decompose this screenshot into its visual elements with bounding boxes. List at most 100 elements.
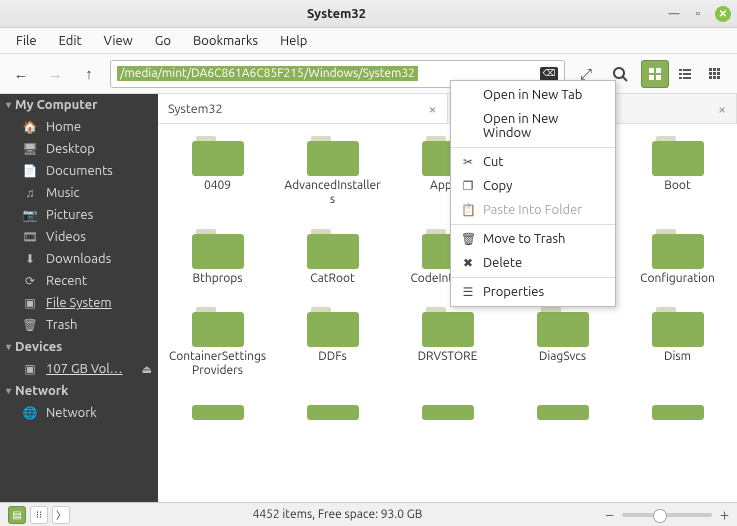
folder-item[interactable] <box>277 396 388 427</box>
icon-view[interactable]: 0409AdvancedInstallersAppLoBoot Bthprops… <box>158 124 737 502</box>
sidebar-item-label: Downloads <box>46 252 111 266</box>
context-delete[interactable]: ✖Delete <box>451 251 615 275</box>
tab-close-icon[interactable]: × <box>429 101 437 117</box>
folder-item[interactable]: Configuration <box>622 225 733 290</box>
folder-item[interactable]: CatRoot <box>277 225 388 290</box>
compact-view-button[interactable] <box>701 60 729 88</box>
tab-system32[interactable]: System32 × <box>158 94 448 123</box>
folder-icon <box>652 307 704 347</box>
forward-button[interactable]: → <box>42 61 68 87</box>
context-item-icon: 🗑 <box>461 232 475 246</box>
folder-item[interactable] <box>622 396 733 427</box>
context-item-label: Delete <box>483 256 522 270</box>
folder-item[interactable] <box>162 396 273 427</box>
folder-item[interactable] <box>507 396 618 427</box>
folder-item[interactable]: Dism <box>622 303 733 382</box>
sidebar-item-file-system[interactable]: ▣File System <box>0 292 158 314</box>
folder-icon <box>652 229 704 269</box>
context-move-to-trash[interactable]: 🗑Move to Trash <box>451 227 615 251</box>
folder-item[interactable]: DRVSTORE <box>392 303 503 382</box>
sidebar-item-desktop[interactable]: 🖥Desktop <box>0 138 158 160</box>
context-item-label: Cut <box>483 155 503 169</box>
sidebar-item-label: Home <box>46 120 81 134</box>
sidebar-item-label: Pictures <box>46 208 93 222</box>
context-menu: Open in New Tab Open in New Window ✂ Cut ❐Co… <box>450 80 616 307</box>
context-item-label: Paste Into Folder <box>483 203 582 217</box>
folder-label: AdvancedInstallers <box>283 179 383 207</box>
context-open-in-new-window[interactable]: Open in New Window <box>451 107 615 145</box>
sidebar-item-home[interactable]: 🏠Home <box>0 116 158 138</box>
zoom-in-button[interactable]: + <box>720 506 729 524</box>
sidebar-item-label: 107 GB Vol… <box>46 362 123 376</box>
sidebar-section-my-computer[interactable]: My Computer <box>0 94 158 116</box>
sidebar-section-devices[interactable]: Devices <box>0 336 158 358</box>
context-item-icon: ❐ <box>461 179 475 193</box>
sidebar-item-music[interactable]: ♫Music <box>0 182 158 204</box>
sidebar-item-label: Network <box>46 406 97 420</box>
menubar: FileEditViewGoBookmarksHelp <box>0 28 737 54</box>
folder-item[interactable]: DDFs <box>277 303 388 382</box>
context-open-in-new-tab[interactable]: Open in New Tab <box>451 83 615 107</box>
zoom-slider[interactable] <box>622 513 712 517</box>
folder-icon <box>537 400 589 420</box>
context-properties[interactable]: ☰Properties <box>451 280 615 304</box>
context-separator <box>451 147 615 148</box>
menu-go[interactable]: Go <box>145 31 181 51</box>
sidebar-item-label: Recent <box>46 274 87 288</box>
sidebar-item-downloads[interactable]: ⬇Downloads <box>0 248 158 270</box>
context-cut[interactable]: ✂ Cut <box>451 150 615 174</box>
context-copy[interactable]: ❐Copy <box>451 174 615 198</box>
folder-item[interactable]: ContainerSettingsProviders <box>162 303 273 382</box>
maximize-button[interactable]: ▫ <box>691 7 705 21</box>
sidebar-item-network[interactable]: 🌐Network <box>0 402 158 424</box>
sidebar-item-pictures[interactable]: 📷Pictures <box>0 204 158 226</box>
folder-icon <box>652 400 704 420</box>
folder-label: Dism <box>664 350 691 364</box>
folder-item[interactable]: AdvancedInstallers <box>277 132 388 211</box>
minimize-button[interactable]: — <box>667 7 681 21</box>
eject-icon[interactable]: ⏏ <box>142 363 152 376</box>
sidebar-item-recent[interactable]: ⟳Recent <box>0 270 158 292</box>
tree-toggle-button[interactable]: ⁝⁝ <box>30 506 48 524</box>
content-area: System32 × × 0409AdvancedInstallersAppLo… <box>158 94 737 502</box>
zoom-out-button[interactable]: − <box>605 506 614 524</box>
context-item-label: Open in New Window <box>483 112 605 140</box>
folder-item[interactable]: Bthprops <box>162 225 273 290</box>
sidebar-item-label: Trash <box>46 318 77 332</box>
folder-icon <box>192 136 244 176</box>
menu-file[interactable]: File <box>6 31 47 51</box>
menu-help[interactable]: Help <box>270 31 317 51</box>
clear-path-icon[interactable]: ⌫ <box>540 67 558 81</box>
folder-item[interactable]: DiagSvcs <box>507 303 618 382</box>
menu-bookmarks[interactable]: Bookmarks <box>183 31 268 51</box>
tab-label: System32 <box>168 102 223 116</box>
sidebar-item-documents[interactable]: 📄Documents <box>0 160 158 182</box>
icon-view-button[interactable] <box>641 60 669 88</box>
folder-item[interactable]: 0409 <box>162 132 273 211</box>
folder-item[interactable] <box>392 396 503 427</box>
close-button[interactable]: ✕ <box>715 6 731 22</box>
folder-icon <box>192 229 244 269</box>
status-text: 4452 items, Free space: 93.0 GB <box>70 508 605 521</box>
sidebar-item-videos[interactable]: 🎞Videos <box>0 226 158 248</box>
sidebar-item-icon: ▣ <box>22 296 38 310</box>
list-view-button[interactable] <box>671 60 699 88</box>
tab-close-icon[interactable]: × <box>718 101 726 117</box>
back-button[interactable]: ← <box>8 61 34 87</box>
menu-edit[interactable]: Edit <box>49 31 92 51</box>
menu-view[interactable]: View <box>94 31 143 51</box>
sidebar-item-trash[interactable]: 🗑Trash <box>0 314 158 336</box>
folder-label: 0409 <box>204 179 231 193</box>
sidebar-item-icon: ♫ <box>22 186 38 200</box>
up-button[interactable]: ↑ <box>76 61 102 87</box>
folder-item[interactable]: Boot <box>622 132 733 211</box>
folder-label: Bthprops <box>193 272 243 286</box>
folder-icon <box>422 400 474 420</box>
sidebar-section-network[interactable]: Network <box>0 380 158 402</box>
places-toggle-button[interactable]: ▤ <box>8 506 26 524</box>
context-item-icon: ✂ <box>461 155 475 169</box>
close-sidebar-button[interactable]: 〉 <box>52 506 70 524</box>
folder-label: DDFs <box>318 350 346 364</box>
sidebar-item-107-gb-vol-[interactable]: ▣107 GB Vol…⏏ <box>0 358 158 380</box>
sidebar-item-label: Documents <box>46 164 113 178</box>
